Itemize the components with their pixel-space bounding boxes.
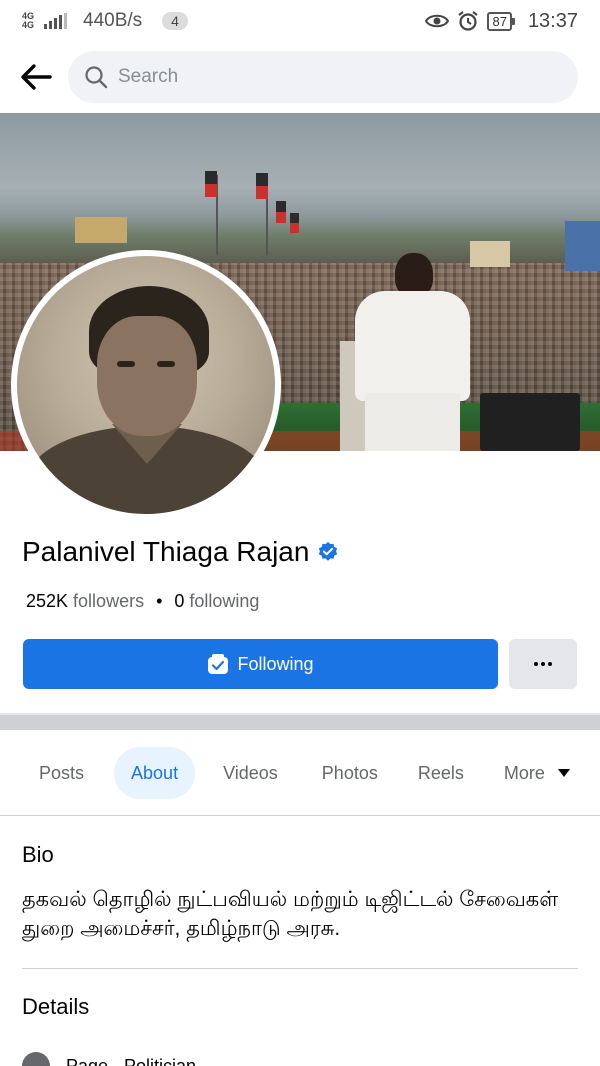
details-heading: Details xyxy=(22,994,90,1019)
ellipsis-dot xyxy=(534,662,538,666)
tab-reels[interactable]: Reels xyxy=(401,747,481,799)
avatar-photo xyxy=(17,256,275,514)
tab-posts[interactable]: Posts xyxy=(22,747,101,799)
detail-row: Page · Politician xyxy=(22,1052,196,1066)
more-options-button[interactable] xyxy=(509,639,577,689)
caret-down-icon xyxy=(557,769,570,777)
following-check-icon xyxy=(208,654,229,674)
following-label[interactable]: following xyxy=(189,591,259,612)
section-divider xyxy=(0,713,600,730)
signal-strength-icon xyxy=(44,13,68,29)
profile-name-text: Palanivel Thiaga Rajan xyxy=(22,536,310,567)
tabs-divider xyxy=(0,815,600,816)
flag xyxy=(290,213,299,233)
following-count[interactable]: 0 xyxy=(174,591,184,612)
cover-banner xyxy=(470,241,510,267)
speaker-figure xyxy=(350,253,470,451)
bio-heading: Bio xyxy=(22,842,54,867)
followers-count[interactable]: 252K xyxy=(26,591,68,612)
flag xyxy=(256,173,268,199)
eye-icon xyxy=(425,14,450,28)
flag xyxy=(205,171,217,197)
network-type-icon: 4G 4G xyxy=(22,11,35,30)
arrow-left-icon xyxy=(21,64,52,90)
search-input[interactable] xyxy=(118,66,538,88)
section-separator xyxy=(22,968,578,969)
stats-separator: • xyxy=(156,591,163,611)
status-right: 87 13:37 xyxy=(425,10,578,33)
tab-more-label: More xyxy=(503,762,545,783)
following-button[interactable]: Following xyxy=(23,639,498,689)
bio-text: தகவல் தொழில் நுட்பவியல் மற்றும் டிஜிட்டல… xyxy=(22,888,559,940)
followers-label[interactable]: followers xyxy=(73,591,144,612)
status-bar: 4G 4G 440B/s 4 87 13:37 xyxy=(0,0,600,42)
profile-name: Palanivel Thiaga Rajan xyxy=(22,536,339,568)
search-icon xyxy=(85,66,108,89)
follow-stats: 252K followers • 0 following xyxy=(26,591,259,612)
tab-videos[interactable]: Videos xyxy=(206,747,295,799)
clock: 13:37 xyxy=(527,9,578,32)
search-bar[interactable] xyxy=(68,51,578,103)
network-speed: 440B/s xyxy=(83,10,143,31)
following-button-label: Following xyxy=(237,653,314,674)
cover-banner xyxy=(565,221,600,271)
tab-more[interactable]: More xyxy=(487,747,588,799)
tab-about[interactable]: About xyxy=(114,747,196,799)
alarm-icon xyxy=(458,11,479,31)
loudspeaker xyxy=(480,393,580,451)
flag xyxy=(276,201,286,223)
verified-badge-icon xyxy=(319,541,338,561)
ellipsis-dot xyxy=(541,662,545,666)
detail-text: Page · Politician xyxy=(66,1055,197,1066)
battery-icon: 87 xyxy=(487,11,516,31)
back-button[interactable] xyxy=(18,57,54,97)
search-header xyxy=(0,44,600,110)
profile-avatar[interactable] xyxy=(11,250,281,520)
info-icon xyxy=(22,1052,50,1066)
status-left: 4G 4G 440B/s 4 xyxy=(22,10,188,32)
ellipsis-dot xyxy=(548,662,552,666)
notification-count-badge: 4 xyxy=(162,12,188,30)
profile-tabs: Posts About Videos Photos Reels More xyxy=(0,746,600,800)
tab-photos[interactable]: Photos xyxy=(305,747,395,799)
cover-banner xyxy=(75,217,127,243)
